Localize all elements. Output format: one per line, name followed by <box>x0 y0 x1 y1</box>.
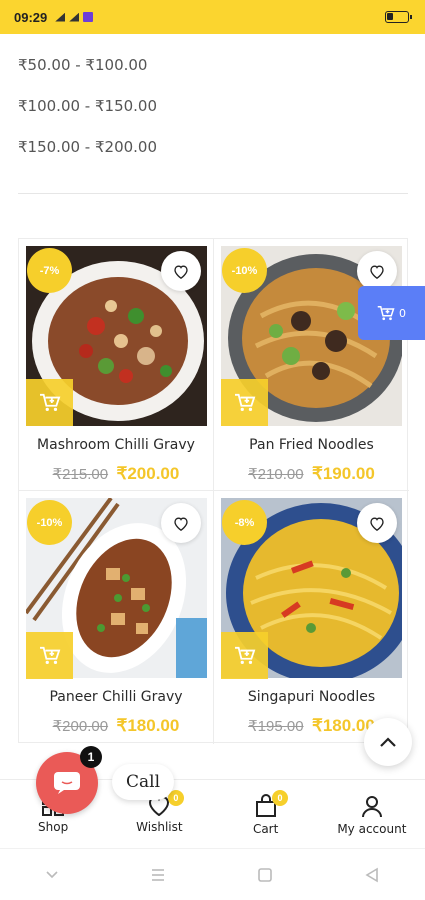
product-name[interactable]: Singapuri Noodles <box>214 689 409 705</box>
add-to-cart-icon <box>39 393 60 411</box>
product-grid: -7% Mashroom Chilli Gravy ₹215.00 ₹200.0… <box>18 238 409 744</box>
status-bar: 09:29 <box>0 0 425 34</box>
nav-wishlist-label: Wishlist <box>136 820 183 834</box>
wishlist-heart-button[interactable] <box>161 251 201 291</box>
sale-price: ₹200.00 <box>116 464 180 483</box>
sale-price: ₹190.00 <box>312 464 375 483</box>
system-navigation-bar <box>0 848 425 900</box>
price-range-option[interactable]: ₹50.00 - ₹100.00 <box>18 52 157 93</box>
floating-cart-button[interactable]: 0 <box>358 286 425 340</box>
heart-icon <box>370 264 384 279</box>
product-card[interactable]: -10% Pan Fried Noodles ₹210.00 ₹190.00 <box>214 239 409 491</box>
discount-badge: -10% <box>27 500 72 545</box>
status-time: 09:29 <box>14 9 48 25</box>
recent-apps-icon[interactable] <box>150 868 166 882</box>
app-notification-icon <box>83 12 94 22</box>
price-filter-list: ₹50.00 - ₹100.00 ₹100.00 - ₹150.00 ₹150.… <box>18 52 157 175</box>
cart-icon <box>377 305 395 320</box>
floating-cart-count: 0 <box>399 306 406 320</box>
nav-cart[interactable]: 0 Cart <box>213 780 319 847</box>
nav-account-label: My account <box>337 822 407 836</box>
call-notification-badge: 1 <box>80 746 102 768</box>
product-price: ₹215.00 ₹200.00 <box>19 464 213 484</box>
add-to-cart-icon <box>234 393 255 411</box>
product-name[interactable]: Mashroom Chilli Gravy <box>19 437 213 453</box>
product-name[interactable]: Paneer Chilli Gravy <box>19 689 213 705</box>
price-range-option[interactable]: ₹100.00 - ₹150.00 <box>18 93 157 134</box>
add-to-cart-button[interactable] <box>26 632 73 679</box>
nav-cart-label: Cart <box>252 822 279 836</box>
product-price: ₹210.00 ₹190.00 <box>214 464 409 484</box>
product-card[interactable]: -8% Singapuri Noodles ₹195.00 ₹180.00 <box>214 491 409 744</box>
add-to-cart-icon <box>39 646 60 664</box>
call-label-button[interactable]: Call <box>112 764 175 800</box>
nav-shop-label: Shop <box>38 820 69 834</box>
chevron-up-icon <box>380 737 396 747</box>
cart-count-badge: 0 <box>272 790 288 806</box>
product-card[interactable]: -7% Mashroom Chilli Gravy ₹215.00 ₹200.0… <box>19 239 214 491</box>
status-icons <box>55 12 94 22</box>
scroll-to-top-button[interactable] <box>364 718 412 766</box>
discount-badge: -7% <box>27 248 72 293</box>
signal-icon-2 <box>69 12 80 22</box>
add-to-cart-button[interactable] <box>26 379 73 426</box>
product-price: ₹200.00 ₹180.00 <box>19 716 213 736</box>
original-price: ₹200.00 <box>52 718 109 735</box>
discount-badge: -10% <box>222 248 267 293</box>
product-name[interactable]: Pan Fried Noodles <box>214 437 409 453</box>
chat-bubble-icon <box>54 772 80 794</box>
original-price: ₹195.00 <box>248 718 304 735</box>
discount-badge: -8% <box>222 500 267 545</box>
heart-icon <box>174 264 188 279</box>
heart-icon <box>370 516 384 531</box>
wishlist-heart-button[interactable] <box>357 503 397 543</box>
nav-account[interactable]: My account <box>319 780 425 847</box>
user-icon <box>361 796 382 818</box>
section-divider <box>18 193 408 194</box>
sale-price: ₹180.00 <box>116 716 180 735</box>
chevron-down-icon[interactable] <box>45 870 59 880</box>
add-to-cart-button[interactable] <box>221 379 268 426</box>
battery-icon <box>385 11 412 23</box>
product-card[interactable]: -10% Paneer Chilli Gravy ₹200.00 ₹180.00 <box>19 491 214 744</box>
add-to-cart-icon <box>234 646 255 664</box>
heart-icon <box>174 516 188 531</box>
signal-icon <box>55 12 66 22</box>
wishlist-heart-button[interactable] <box>161 503 201 543</box>
original-price: ₹210.00 <box>248 466 304 483</box>
wishlist-heart-button[interactable] <box>357 251 397 291</box>
original-price: ₹215.00 <box>52 466 109 483</box>
price-range-option[interactable]: ₹150.00 - ₹200.00 <box>18 134 157 175</box>
add-to-cart-button[interactable] <box>221 632 268 679</box>
back-button-icon[interactable] <box>364 867 380 883</box>
home-button-icon[interactable] <box>257 867 273 883</box>
